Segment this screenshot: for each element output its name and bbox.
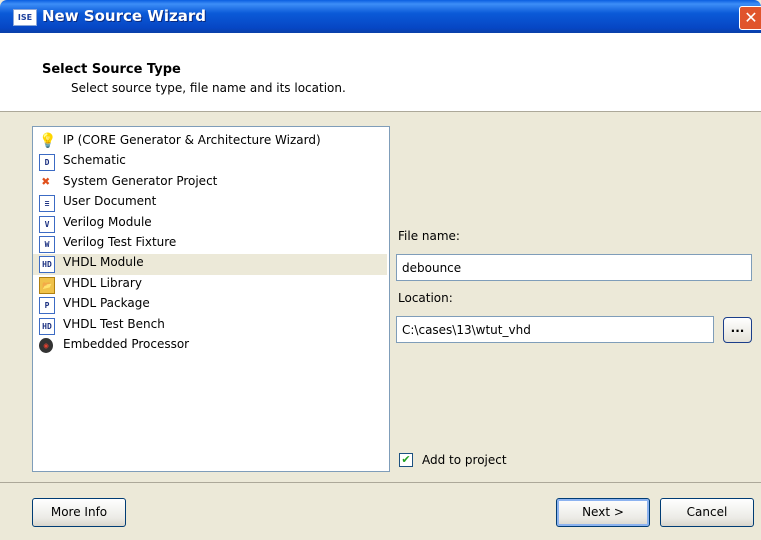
window-title: New Source Wizard (42, 7, 206, 25)
lightbulb-icon: 💡 (39, 133, 57, 149)
next-button[interactable]: Next > (556, 498, 650, 527)
embedded-processor-icon: ◉ (39, 338, 53, 353)
wizard-content: 💡 IP (CORE Generator & Architecture Wizar… (0, 112, 761, 482)
vhdl-library-icon: 📂 (39, 276, 55, 294)
location-input[interactable] (396, 316, 714, 343)
cancel-button[interactable]: Cancel (660, 498, 754, 527)
source-type-label: VHDL Module (63, 255, 144, 270)
verilog-module-icon: V (39, 215, 55, 233)
system-generator-icon: ✖ (41, 173, 51, 190)
new-source-wizard-window: ISE New Source Wizard ✕ Select Source Ty… (0, 0, 761, 540)
close-icon: ✕ (744, 8, 758, 27)
source-type-item[interactable]: W Verilog Test Fixture (33, 234, 387, 255)
more-info-button[interactable]: More Info (32, 498, 126, 527)
document-icon: ≡ (39, 195, 55, 213)
source-type-item[interactable]: D Schematic (33, 152, 387, 173)
source-type-label: Verilog Module (63, 214, 152, 229)
checkmark-icon: ✔ (401, 453, 411, 466)
title-bar[interactable]: ISE New Source Wizard ✕ (0, 0, 761, 33)
vhdl-module-icon: HD (39, 256, 55, 274)
source-type-label: Verilog Test Fixture (63, 235, 177, 249)
vhdl-package-icon: P (39, 297, 55, 315)
file-name-input[interactable] (396, 254, 752, 281)
source-type-item[interactable]: 💡 IP (CORE Generator & Architecture Wizar… (33, 132, 387, 153)
source-type-label: Embedded Processor (63, 337, 190, 351)
source-type-item[interactable]: HD VHDL Module (33, 254, 387, 276)
file-name-label: File name: (398, 229, 460, 243)
source-type-label: IP (CORE Generator & Architecture Wizard… (63, 133, 321, 147)
source-type-item[interactable]: 📂 VHDL Library (33, 275, 387, 296)
browse-location-button[interactable]: ... (723, 317, 752, 343)
location-label: Location: (398, 291, 453, 305)
ise-app-icon: ISE (13, 9, 37, 26)
verilog-test-fixture-icon: W (39, 236, 55, 253)
source-type-item[interactable]: P VHDL Package (33, 295, 387, 316)
source-type-list[interactable]: 💡 IP (CORE Generator & Architecture Wizar… (32, 126, 390, 472)
wizard-header: Select Source Type Select source type, f… (0, 33, 761, 112)
source-type-label: System Generator Project (63, 173, 218, 188)
source-type-item[interactable]: V Verilog Module (33, 214, 387, 235)
close-button[interactable]: ✕ (739, 6, 761, 30)
source-type-label: VHDL Library (63, 275, 142, 290)
source-type-label: Schematic (63, 153, 126, 168)
source-type-label: VHDL Test Bench (63, 316, 165, 331)
page-subtitle: Select source type, file name and its lo… (71, 81, 346, 95)
page-title: Select Source Type (42, 62, 181, 77)
vhdl-test-bench-icon: HD (39, 317, 55, 335)
source-type-item[interactable]: ◉ Embedded Processor (33, 336, 387, 357)
source-type-item[interactable]: ✖ System Generator Project (33, 173, 387, 194)
source-type-item[interactable]: HD VHDL Test Bench (33, 316, 387, 337)
source-type-label: VHDL Package (63, 296, 150, 311)
add-to-project-checkbox[interactable]: ✔ (399, 453, 413, 467)
source-type-item[interactable]: ≡ User Document (33, 193, 387, 214)
source-type-label: User Document (63, 194, 157, 209)
schematic-icon: D (39, 154, 55, 172)
add-to-project-label[interactable]: Add to project (422, 453, 507, 467)
wizard-footer: More Info Next > Cancel (0, 482, 761, 540)
